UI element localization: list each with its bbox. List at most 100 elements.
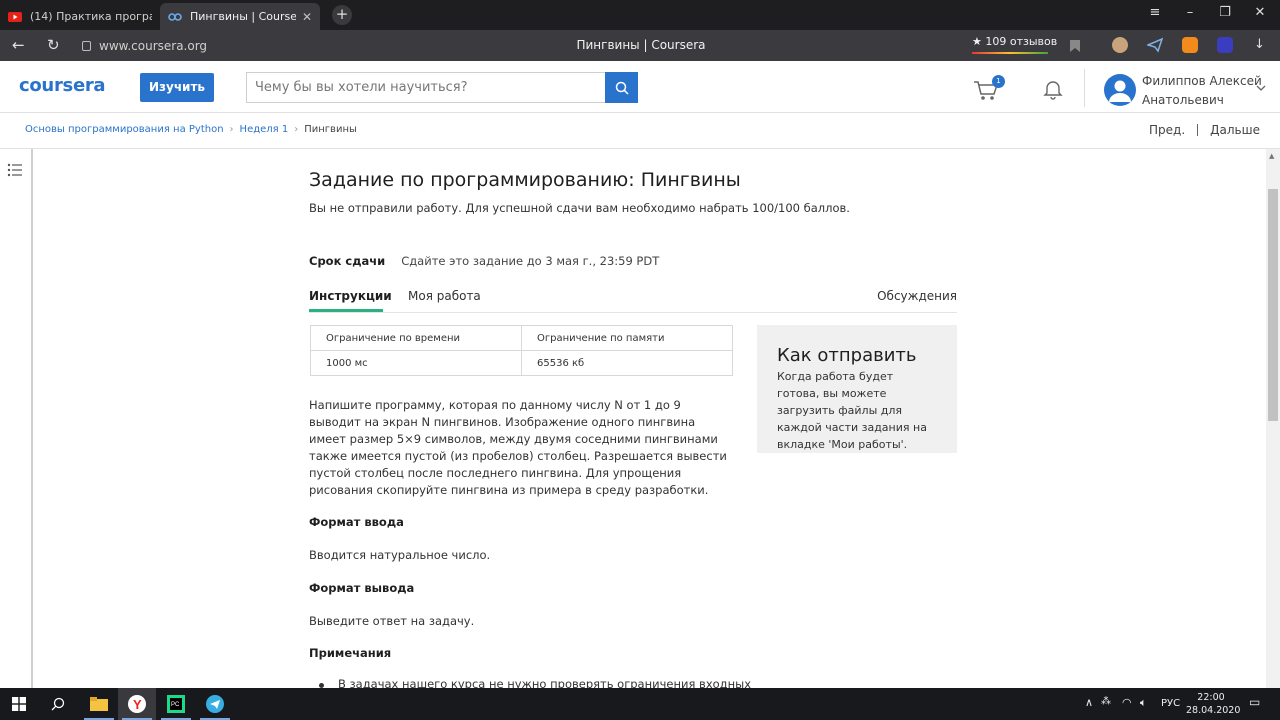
browser-tab-strip: (14) Практика программи Пингвины | Cours…	[0, 0, 1280, 30]
breadcrumb-week[interactable]: Неделя 1	[240, 124, 289, 135]
reviews-text: ★ 109 отзывов	[972, 35, 1058, 48]
limits-table: Ограничение по времени Ограничение по па…	[310, 325, 733, 376]
cart-count-badge: 1	[992, 75, 1005, 88]
assignment-title: Задание по программированию: Пингвины	[309, 169, 741, 191]
explore-button[interactable]: Изучить	[140, 73, 214, 102]
how-to-submit-title: Как отправить	[777, 345, 917, 366]
search-icon[interactable]	[39, 688, 77, 720]
deadline-value: Сдайте это задание до 3 мая г., 23:59 PD…	[401, 254, 660, 268]
browser-tab-coursera[interactable]: Пингвины | Coursera ✕	[160, 3, 320, 30]
back-icon[interactable]: ←	[12, 36, 25, 54]
language-indicator[interactable]: РУС	[1161, 698, 1180, 709]
windows-start-icon[interactable]	[0, 688, 38, 720]
task-description: Напишите программу, которая по данному ч…	[309, 398, 727, 497]
minimize-icon[interactable]: –	[1180, 5, 1200, 20]
coursera-icon	[168, 10, 182, 24]
browser-tab-youtube[interactable]: (14) Практика программи	[0, 3, 160, 30]
notes-heading: Примечания	[309, 646, 392, 660]
new-tab-button[interactable]: +	[332, 5, 352, 25]
page-scrollbar[interactable]: ▲	[1266, 149, 1280, 688]
user-avatar[interactable]	[1104, 74, 1136, 106]
site-header: coursera Изучить Чему бы вы хотели научи…	[0, 61, 1280, 113]
tab-title: (14) Практика программи	[30, 10, 152, 23]
reviews-badge[interactable]: ★ 109 отзывов	[972, 35, 1057, 54]
tray-chevron-up-icon[interactable]: ∧	[1085, 696, 1093, 709]
telegram-send-icon[interactable]	[1145, 37, 1164, 53]
whatsapp-icon[interactable]	[1182, 37, 1198, 53]
tab-my-work[interactable]: Моя работа	[408, 289, 481, 303]
output-format-text: Выведите ответ на задачу.	[309, 614, 475, 628]
active-tab-indicator	[309, 309, 383, 312]
assignment-tabs: Инструкции Моя работа Обсуждения	[309, 287, 957, 313]
breadcrumb-course[interactable]: Основы программирования на Python	[25, 124, 224, 135]
deadline-row: Срок сдачи Сдайте это задание до 3 мая г…	[309, 254, 659, 268]
reload-icon[interactable]: ↻	[47, 36, 60, 54]
how-to-submit-panel: Как отправить Когда работа будет готова,…	[757, 325, 957, 453]
windows-taskbar: Y PC ∧ ⁂ ◠ 🔈︎ РУС 22:00 28.04.2020 ▭	[0, 688, 1280, 720]
clock-date: 28.04.2020	[1186, 705, 1241, 716]
course-outline-icon[interactable]	[7, 163, 23, 177]
scroll-up-icon[interactable]: ▲	[1269, 152, 1274, 160]
search-icon	[615, 81, 629, 95]
address-bar: ← ↻ www.coursera.org Пингвины | Coursera…	[0, 30, 1280, 61]
chevron-down-icon[interactable]	[1256, 85, 1266, 91]
breadcrumb-current: Пингвины	[304, 124, 357, 135]
clock-time: 22:00	[1197, 692, 1225, 703]
deadline-label: Срок сдачи	[309, 254, 386, 268]
input-format-heading: Формат ввода	[309, 515, 404, 529]
table-cell: 1000 мс	[310, 350, 522, 376]
cart-button[interactable]: 1	[973, 75, 1005, 101]
volume-icon[interactable]: 🔈︎	[1140, 696, 1147, 710]
extension-icon[interactable]	[1217, 37, 1233, 53]
prev-next-nav: Пред. Дальше	[1149, 123, 1260, 137]
table-header-cell: Ограничение по памяти	[521, 325, 733, 351]
page-title: Пингвины | Coursera	[576, 38, 706, 52]
yandex-browser-icon[interactable]: Y	[118, 688, 156, 720]
how-to-submit-text: Когда работа будет готова, вы можете заг…	[777, 370, 927, 451]
tab-title: Пингвины | Coursera	[190, 10, 296, 23]
wifi-icon[interactable]: ◠	[1122, 696, 1132, 709]
note-text: В задачах нашего курса не нужно проверят…	[338, 677, 752, 688]
table-cell: 65536 кб	[521, 350, 733, 376]
pycharm-icon[interactable]: PC	[157, 688, 195, 720]
header-divider	[1084, 69, 1085, 107]
course-sidebar	[0, 149, 33, 688]
prev-button[interactable]: Пред.	[1149, 123, 1185, 137]
youtube-icon	[8, 10, 22, 24]
url-text: www.coursera.org	[99, 38, 208, 53]
download-icon[interactable]: ↓	[1254, 37, 1265, 52]
telegram-icon[interactable]	[196, 688, 234, 720]
user-name-line1: Филиппов Алексей	[1142, 74, 1262, 88]
breadcrumb: Основы программирования на Python › Неде…	[25, 124, 357, 135]
url-field[interactable]: www.coursera.org	[78, 35, 208, 56]
system-clock[interactable]: 22:00 28.04.2020	[1186, 691, 1241, 717]
chevron-right-icon: ›	[294, 124, 299, 135]
notifications-icon[interactable]: ▭	[1249, 695, 1260, 709]
tray-input-icon[interactable]: ⁂	[1101, 696, 1111, 707]
search-input[interactable]: Чему бы вы хотели научиться?	[246, 72, 606, 103]
user-name-line2: Анатольевич	[1142, 93, 1224, 107]
restore-icon[interactable]: ❐	[1215, 5, 1235, 20]
user-name[interactable]: Филиппов Алексей Анатольевич	[1142, 72, 1262, 110]
tab-discussions[interactable]: Обсуждения	[877, 289, 957, 303]
file-explorer-icon[interactable]	[80, 688, 118, 720]
output-format-heading: Формат вывода	[309, 581, 415, 595]
svg-text:PC: PC	[171, 702, 180, 708]
scrollbar-thumb[interactable]	[1268, 189, 1278, 421]
bookmark-icon[interactable]	[1069, 38, 1085, 54]
close-tab-icon[interactable]: ✕	[302, 10, 312, 24]
tab-instructions[interactable]: Инструкции	[309, 289, 392, 303]
table-row: Ограничение по времени Ограничение по па…	[310, 325, 733, 351]
svg-text:Y: Y	[133, 697, 142, 712]
next-button[interactable]: Дальше	[1210, 123, 1260, 137]
extension-avatar-icon[interactable]	[1112, 37, 1128, 53]
notifications-bell-icon[interactable]	[1042, 78, 1064, 100]
list-item: В задачах нашего курса не нужно проверят…	[319, 677, 751, 688]
input-format-text: Вводится натуральное число.	[309, 548, 491, 562]
breadcrumb-bar: Основы программирования на Python › Неде…	[0, 113, 1280, 149]
chevron-right-icon: ›	[229, 124, 234, 135]
close-window-icon[interactable]: ✕	[1250, 5, 1270, 20]
menu-icon[interactable]: ≡	[1145, 5, 1165, 20]
coursera-logo[interactable]: coursera	[19, 75, 106, 96]
search-button[interactable]	[605, 72, 638, 103]
